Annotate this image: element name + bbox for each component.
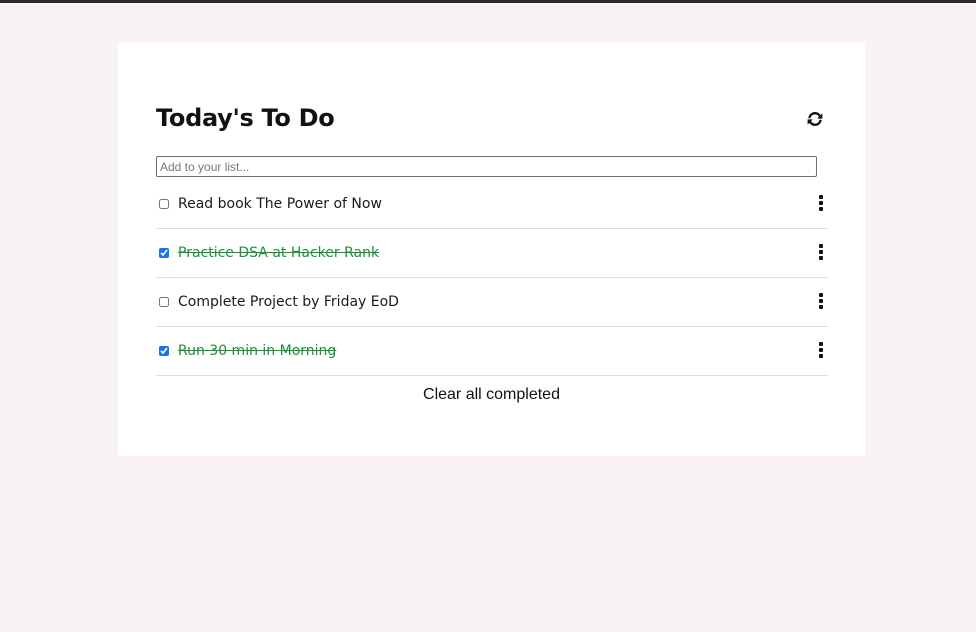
todo-label: Practice DSA at Hacker Rank [178, 245, 380, 261]
todo-header: Today's To Do [156, 101, 828, 135]
menu-dot [819, 201, 823, 205]
menu-dot [819, 348, 823, 352]
clear-completed-button[interactable]: Clear all completed [118, 382, 865, 408]
menu-dot [819, 354, 823, 358]
more-vertical-icon[interactable] [815, 341, 827, 359]
more-vertical-icon[interactable] [815, 194, 827, 212]
todo-checkbox[interactable] [159, 248, 169, 258]
window-top-border [0, 0, 976, 3]
todo-label: Read book The Power of Now [178, 196, 382, 212]
todo-list: Read book The Power of Now Practice DSA … [156, 180, 828, 376]
todo-label: Run 30 min in Morning [178, 343, 337, 359]
add-todo-input[interactable] [156, 156, 817, 177]
menu-dot [819, 305, 823, 309]
list-item: Complete Project by Friday EoD [156, 278, 828, 327]
todo-checkbox[interactable] [159, 346, 169, 356]
todo-checkbox[interactable] [159, 297, 169, 307]
menu-dot [819, 244, 823, 248]
refresh-icon[interactable] [806, 110, 824, 128]
menu-dot [819, 293, 823, 297]
todo-label: Complete Project by Friday EoD [178, 294, 399, 310]
menu-dot [819, 299, 823, 303]
list-item: Run 30 min in Morning [156, 327, 828, 376]
todo-checkbox[interactable] [159, 199, 169, 209]
menu-dot [819, 342, 823, 346]
more-vertical-icon[interactable] [815, 243, 827, 261]
list-item: Read book The Power of Now [156, 180, 828, 229]
more-vertical-icon[interactable] [815, 292, 827, 310]
menu-dot [819, 250, 823, 254]
list-item: Practice DSA at Hacker Rank [156, 229, 828, 278]
page-title: Today's To Do [156, 104, 335, 132]
todo-card: Today's To Do Read book The Power of Now… [118, 43, 865, 456]
menu-dot [819, 256, 823, 260]
menu-dot [819, 195, 823, 199]
menu-dot [819, 207, 823, 211]
